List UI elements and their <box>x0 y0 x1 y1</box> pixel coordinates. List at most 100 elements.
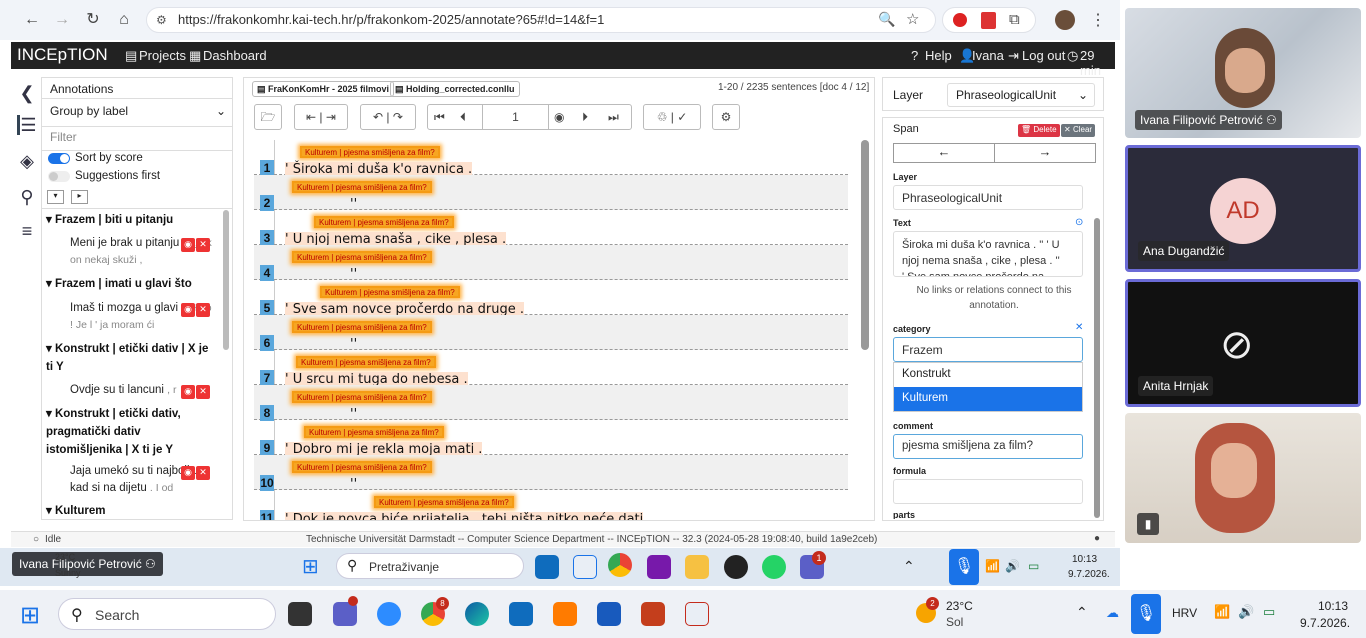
formula-input[interactable] <box>893 479 1083 504</box>
next-page-icon[interactable]: ⏵ <box>582 105 588 129</box>
windows-start-icon[interactable]: ⊞ <box>302 554 319 579</box>
sentence-row[interactable]: Kulturem | pjesma smišljena za film? 1 ' Š… <box>254 140 848 177</box>
video-tile[interactable]: AD Ana Dugandžić <box>1125 145 1361 272</box>
info-icon[interactable]: ● <box>1094 533 1100 544</box>
battery-icon[interactable]: ▭ <box>1028 559 1039 573</box>
menu-dots-icon[interactable]: ⋮ <box>1090 10 1106 30</box>
pdf-extension-icon[interactable] <box>981 12 996 29</box>
logout-link[interactable]: Log out <box>1022 48 1065 63</box>
collapse-arrow-icon[interactable]: ❮ <box>17 83 37 103</box>
onedrive-icon[interactable]: ☁ <box>1106 605 1119 621</box>
first-page-icon[interactable]: ⏮ <box>434 105 445 129</box>
bookmark-star-icon[interactable]: ☆ <box>906 10 919 28</box>
last-page-icon[interactable]: ⏭ <box>608 105 619 129</box>
annotation-label[interactable]: Kulturem | pjesma smišljena za film? <box>304 426 444 438</box>
group-header[interactable]: ▾ Frazem | imati u glavi što <box>46 275 192 293</box>
search-icon[interactable]: ⚲ <box>17 187 37 207</box>
open-folder-icon[interactable]: 🗁 <box>254 104 282 130</box>
document-tab[interactable]: ▤ Holding_corrected.conllu <box>390 81 520 97</box>
layers-icon[interactable]: ◈ <box>17 151 37 171</box>
annotation-label[interactable]: Kulturem | pjesma smišljena za film? <box>292 461 432 473</box>
page-input[interactable]: 1 <box>482 105 549 129</box>
windows-start-icon[interactable]: ⊞ <box>20 601 40 630</box>
group-header[interactable]: ▾ Konstrukt | etički dativ | X je ti Y <box>46 340 214 376</box>
sentence-number[interactable]: 6 <box>260 335 274 351</box>
outlook-icon[interactable] <box>509 602 533 626</box>
annotation-label[interactable]: Kulturem | pjesma smišljena za film? <box>292 321 432 333</box>
redo-icon[interactable]: ↷ <box>393 110 403 124</box>
annotation-label[interactable]: Kulturem | pjesma smišljena za film? <box>292 251 432 263</box>
chevron-up-icon[interactable]: ⌃ <box>1076 604 1088 621</box>
clear-category-icon[interactable]: ✕ <box>1075 322 1083 333</box>
volume-icon[interactable]: 🔊 <box>1005 559 1020 573</box>
mic-icon[interactable]: 🎙 <box>1131 594 1161 634</box>
annotation-label[interactable]: Kulturem | pjesma smišljena za film? <box>296 356 436 368</box>
view-icon[interactable]: ◉ <box>554 105 564 129</box>
annotation-label[interactable]: Kulturem | pjesma smišljena za film? <box>300 146 440 158</box>
prev-doc-icon[interactable]: ⇤ <box>306 110 316 124</box>
user-link[interactable]: Ivana <box>972 48 1004 63</box>
sentence-number[interactable]: 5 <box>260 300 274 316</box>
suggestions-toggle[interactable] <box>48 171 70 182</box>
mic-icon[interactable]: 🎙 <box>949 549 979 585</box>
delete-icon[interactable]: ✕ <box>196 466 210 480</box>
form-scrollbar[interactable] <box>1094 218 1100 518</box>
whatsapp-icon[interactable] <box>762 555 786 579</box>
sentence-row[interactable]: Kulturem | pjesma smišljena za film? 3 ' U… <box>254 210 848 247</box>
annotation-label[interactable]: Kulturem | pjesma smišljena za film? <box>374 496 514 508</box>
search-box[interactable]: ⚲ Search <box>58 598 276 630</box>
zoom-icon[interactable] <box>377 602 401 626</box>
projects-link[interactable]: Projects <box>139 48 186 63</box>
wifi-icon[interactable]: 📶 <box>985 559 1000 573</box>
project-tab[interactable]: ▤ FraKonKomHr - 2025 filmovi <box>252 81 395 97</box>
annotation-label[interactable]: Kulturem | pjesma smišljena za film? <box>314 216 454 228</box>
site-info-icon[interactable]: ⚙ <box>156 13 167 27</box>
scrollbar[interactable] <box>223 210 229 350</box>
select-icon[interactable]: ◉ <box>181 238 195 252</box>
zoom-icon[interactable]: 🔍 <box>878 11 895 28</box>
url-text[interactable]: https://frakonkomhr.kai-tech.hr/p/frakon… <box>178 12 604 27</box>
sentence-number[interactable]: 1 <box>260 160 274 176</box>
chevron-up-icon[interactable]: ⌃ <box>903 558 915 575</box>
delete-button[interactable]: 🗑 Delete <box>1018 124 1060 137</box>
numbered-list-icon[interactable]: ≡ <box>17 221 37 241</box>
outlook-icon[interactable] <box>535 555 559 579</box>
next-doc-icon[interactable]: ⇥ <box>326 110 336 124</box>
file-explorer-icon[interactable] <box>685 555 709 579</box>
group-by-select[interactable]: Group by label ⌄ <box>50 104 228 124</box>
puzzle-icon[interactable]: ⧉ <box>1009 11 1020 28</box>
sentence-row[interactable]: Kulturem | pjesma smišljena za film? 8 '' <box>254 385 848 422</box>
comment-input[interactable]: pjesma smišljena za film? <box>893 434 1083 459</box>
onenote-icon[interactable] <box>647 555 671 579</box>
prev-annotation-button[interactable]: ← <box>893 143 995 163</box>
sentence-row[interactable]: Kulturem | pjesma smišljena za film? 2 '' <box>254 175 848 212</box>
help-link[interactable]: Help <box>925 48 952 63</box>
select-icon[interactable]: ◉ <box>181 385 195 399</box>
sentence-row[interactable]: Kulturem | pjesma smišljena za film? 4 '' <box>254 245 848 282</box>
sentence-number[interactable]: 9 <box>260 440 274 456</box>
group-header[interactable]: ▾ Konstrukt | etički dativ, pragmatički … <box>46 405 214 459</box>
sentence-number[interactable]: 11 <box>260 510 274 520</box>
collapse-all-button[interactable]: ▾ <box>47 190 64 204</box>
layer-select[interactable]: PhraseologicalUnit ⌄ <box>947 83 1095 107</box>
undo-icon[interactable]: ↶ <box>373 110 383 124</box>
clear-button[interactable]: ✕ Clear <box>1061 124 1096 137</box>
annotation-label[interactable]: Kulturem | pjesma smišljena za film? <box>292 181 432 193</box>
back-icon[interactable]: ← <box>22 10 42 30</box>
battery-icon[interactable]: ▭ <box>1263 604 1275 620</box>
forward-icon[interactable]: → <box>52 10 72 30</box>
chrome-icon[interactable] <box>608 553 632 577</box>
option-konstrukt[interactable]: Konstrukt <box>894 363 1082 387</box>
chatgpt-icon[interactable] <box>724 555 748 579</box>
delete-icon[interactable]: ✕ <box>196 303 210 317</box>
dashboard-link[interactable]: Dashboard <box>203 48 267 63</box>
next-annotation-button[interactable]: → <box>994 143 1096 163</box>
sentence-text[interactable]: ' Dok je novca biće prijatelja , tebi ni… <box>285 512 644 520</box>
sentence-number[interactable]: 4 <box>260 265 274 281</box>
edge-icon[interactable] <box>465 602 489 626</box>
sentence-number[interactable]: 3 <box>260 230 274 246</box>
sentence-row[interactable]: Kulturem | pjesma smišljena za film? 10 '' <box>254 455 848 492</box>
sentence-number[interactable]: 2 <box>260 195 274 211</box>
video-tile[interactable]: ▮ <box>1125 413 1361 543</box>
delete-icon[interactable]: ✕ <box>196 238 210 252</box>
